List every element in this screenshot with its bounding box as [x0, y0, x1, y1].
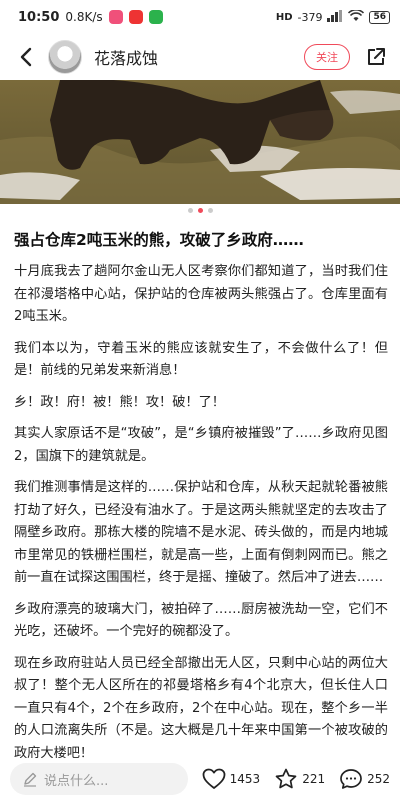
like-button[interactable]: 1453 — [202, 768, 261, 790]
follow-button[interactable]: 关注 — [304, 44, 350, 70]
wifi-icon — [348, 8, 365, 25]
status-right: HD -379 56 — [275, 8, 390, 25]
post-paragraph: 我们推测事情是这样的……保护站和仓库，从秋天起就轮番被熊打劫了好久，已经没有油水… — [14, 480, 388, 585]
network-speed: 0.8K/s — [65, 10, 103, 24]
back-arrow-icon — [20, 47, 32, 67]
status-left: 10:50 0.8K/s — [18, 10, 163, 25]
post-paragraph: 乡！政！府！被！熊！攻！破！了！ — [14, 394, 225, 410]
pencil-icon — [24, 772, 37, 787]
post-paragraph: 其实人家原话不是“攻破”，是“乡镇府被摧毁”了……乡政府见图2，国旗下的建筑就是… — [14, 426, 388, 464]
post-title: 强占仓库2吨玉米的熊，攻破了乡政府…… — [14, 231, 304, 249]
signal-icon — [327, 9, 343, 25]
carousel-dot-active — [197, 208, 203, 213]
comment-input[interactable]: 说点什么... — [10, 763, 188, 795]
battery-indicator: 56 — [369, 10, 390, 24]
carousel-dot — [187, 208, 193, 213]
favorite-count: 221 — [302, 772, 326, 786]
comment-placeholder: 说点什么... — [44, 773, 109, 789]
hd-label: HD — [275, 11, 293, 23]
notification-app-icon — [108, 10, 123, 24]
back-button[interactable] — [12, 43, 40, 71]
share-button[interactable] — [364, 45, 388, 69]
post-paragraph: 现在乡政府驻站人员已经全部撤出无人区，只剩中心站的两位大叔了！整个无人区所在的祁… — [14, 655, 388, 761]
favorite-button[interactable]: 221 — [274, 768, 325, 790]
status-time: 10:50 — [18, 9, 60, 25]
like-count: 1453 — [229, 772, 261, 786]
status-bar: 10:50 0.8K/s HD -379 56 — [0, 0, 400, 34]
bottom-action-bar: 说点什么... 1453 221 252 — [0, 758, 400, 800]
post-paragraph: 我们本以为，守着玉米的熊应该就安生了，不会做什么了！但是！前线的兄弟发来新消息！ — [14, 340, 388, 379]
author-name[interactable]: 花落成蚀 — [94, 45, 158, 69]
carousel-dot — [207, 208, 213, 213]
post-paragraph: 乡政府漂亮的玻璃大门，被拍碎了……厨房被洗劫一空，它们不光吃，还破坏。一个完好的… — [14, 601, 388, 640]
post-content: 强占仓库2吨玉米的熊，攻破了乡政府…… 十月底我去了趟阿尔金山无人区考察你们都知… — [14, 220, 388, 765]
post-paragraph: 十月底我去了趟阿尔金山无人区考察你们都知道了，当时我们住在祁漫塔格中心站，保护站… — [14, 264, 388, 324]
comment-button[interactable]: 252 — [339, 768, 390, 790]
notification-app-icon — [128, 10, 143, 24]
post-header: 花落成蚀 关注 — [0, 34, 400, 80]
signal-strength-text: -379 — [297, 10, 323, 24]
carousel-indicator — [0, 208, 400, 213]
heart-icon — [202, 768, 226, 789]
comment-count: 252 — [367, 772, 390, 786]
author-avatar[interactable] — [48, 40, 82, 74]
star-icon — [275, 768, 297, 789]
post-image[interactable] — [0, 80, 400, 204]
chat-bubble-icon — [340, 769, 362, 789]
share-icon — [368, 48, 385, 65]
notification-app-icon — [148, 10, 163, 24]
